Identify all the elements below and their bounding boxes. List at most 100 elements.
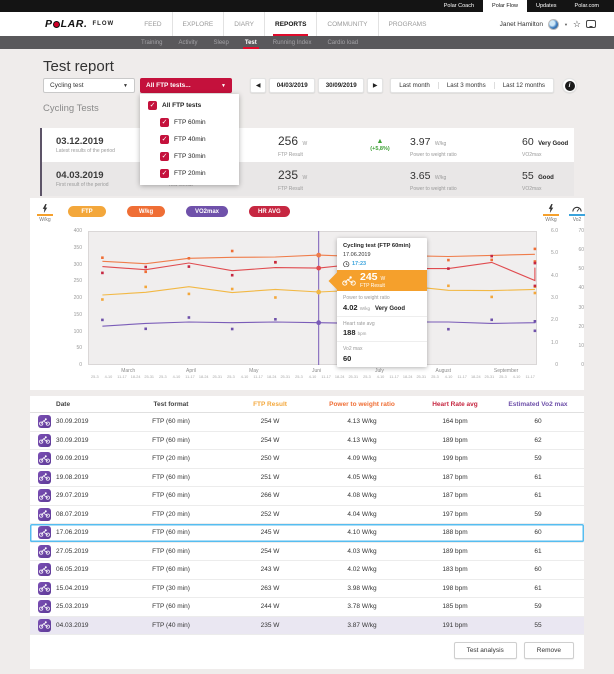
- cell-date: 17.06.2019: [56, 529, 116, 536]
- user-caret-icon[interactable]: ▼: [564, 22, 568, 27]
- table-row[interactable]: 15.04.2019 FTP (30 min) 263 W 3.98 W/kg …: [30, 580, 584, 599]
- checkbox-checked-icon[interactable]: ✓: [160, 118, 169, 127]
- column-header-ftp-result[interactable]: FTP Result: [226, 401, 314, 408]
- cell-heart-rate-avg: 185 bpm: [410, 603, 500, 610]
- cyclist-icon: [38, 508, 51, 521]
- table-row[interactable]: 04.03.2019 FTP (40 min) 235 W 3.87 W/kg …: [30, 617, 584, 636]
- summary-row-first[interactable]: 04.03.2019First result of the period FTP…: [40, 162, 574, 196]
- checkbox-checked-icon[interactable]: ✓: [160, 135, 169, 144]
- topbar-link-polar-coach[interactable]: Polar Coach: [435, 0, 483, 12]
- sport-select[interactable]: Cycling test ▼: [43, 78, 135, 93]
- nav-item-explore[interactable]: EXPLORE: [173, 12, 225, 36]
- column-header-power-to-weight-ratio[interactable]: Power to weight ratio: [314, 401, 410, 408]
- date-to-input[interactable]: 30/09/2019: [318, 78, 364, 93]
- checkbox-checked-icon[interactable]: ✓: [160, 169, 169, 178]
- subnav-item-training[interactable]: Training: [133, 36, 170, 49]
- subnav-item-test[interactable]: Test: [237, 36, 265, 49]
- topbar-link-polar-flow[interactable]: Polar Flow: [483, 0, 527, 12]
- polar-flow-logo[interactable]: PLAR. FLOW: [45, 12, 114, 36]
- date-from-input[interactable]: 04/03/2019: [269, 78, 315, 93]
- favorites-star-icon[interactable]: ☆: [573, 20, 581, 29]
- next-period-button[interactable]: ▶: [367, 78, 383, 93]
- table-row[interactable]: 27.05.2019 FTP (60 min) 254 W 4.03 W/kg …: [30, 543, 584, 562]
- filter-option-ftp-60min[interactable]: ✓ FTP 60min: [140, 114, 239, 131]
- cyclist-icon: [38, 545, 51, 558]
- table-row[interactable]: 06.05.2019 FTP (60 min) 243 W 4.02 W/kg …: [30, 561, 584, 580]
- table-row[interactable]: 29.07.2019 FTP (60 min) 266 W 4.08 W/kg …: [30, 487, 584, 506]
- column-header-test-format[interactable]: Test format: [116, 401, 226, 408]
- legend-vo2max[interactable]: VO2max: [186, 206, 228, 217]
- table-row[interactable]: 19.08.2019 FTP (60 min) 251 W 4.05 W/kg …: [30, 469, 584, 488]
- column-header-heart-rate-avg[interactable]: Heart Rate avg: [410, 401, 500, 408]
- table-row[interactable]: 17.06.2019 FTP (60 min) 245 W 4.10 W/kg …: [30, 524, 584, 543]
- table-row[interactable]: 09.09.2019 FTP (20 min) 250 W 4.09 W/kg …: [30, 450, 584, 469]
- subnav-item-activity[interactable]: Activity: [170, 36, 205, 49]
- right-power-axis-tick: 3.0: [540, 295, 558, 301]
- x-axis-week-label: 4-10: [241, 375, 249, 379]
- summary-wkg-unit: W/kg: [435, 141, 446, 147]
- nav-item-community[interactable]: COMMUNITY: [317, 12, 378, 36]
- range-last-12-months[interactable]: Last 12 months: [495, 82, 553, 89]
- filter-option-ftp-30min[interactable]: ✓ FTP 30min: [140, 148, 239, 165]
- x-axis-week-label: 4-10: [513, 375, 521, 379]
- subnav-item-running-index[interactable]: Running Index: [265, 36, 320, 49]
- cell-power-to-weight: 4.04 W/kg: [314, 511, 410, 518]
- chart-plot-area[interactable]: [88, 231, 537, 365]
- column-header-estimated-vo2-max[interactable]: Estimated Vo2 max: [500, 401, 576, 408]
- nav-item-feed[interactable]: FEED: [134, 12, 172, 36]
- right-power-axis-tick: 6.0: [540, 228, 558, 234]
- clock-icon: [343, 261, 350, 268]
- filter-option-ftp-40min[interactable]: ✓ FTP 40min: [140, 131, 239, 148]
- cell-vo2-max: 60: [500, 418, 576, 425]
- filter-option-ftp-20min[interactable]: ✓ FTP 20min: [140, 165, 239, 182]
- cyclist-icon: [38, 600, 51, 613]
- remove-button[interactable]: Remove: [524, 642, 574, 659]
- avatar[interactable]: [548, 19, 559, 30]
- table-row[interactable]: 08.07.2019 FTP (20 min) 252 W 4.04 W/kg …: [30, 506, 584, 525]
- cell-heart-rate-avg: 164 bpm: [410, 418, 500, 425]
- subnav-item-sleep[interactable]: Sleep: [205, 36, 236, 49]
- legend-wkg[interactable]: W/kg: [127, 206, 165, 217]
- table-row[interactable]: 25.03.2019 FTP (60 min) 244 W 3.78 W/kg …: [30, 598, 584, 617]
- info-button[interactable]: i: [562, 78, 577, 93]
- range-last-3-months[interactable]: Last 3 months: [439, 82, 495, 89]
- cell-ftp-result: 266 W: [226, 492, 314, 499]
- nav-item-diary[interactable]: DIARY: [224, 12, 265, 36]
- cell-ftp-result: 235 W: [226, 622, 314, 629]
- summary-row-latest[interactable]: 03.12.2019Latest results of the period 2…: [40, 128, 574, 162]
- prev-period-button[interactable]: ◀: [250, 78, 266, 93]
- range-last-month[interactable]: Last month: [391, 82, 439, 89]
- nav-item-reports[interactable]: REPORTS: [265, 12, 317, 36]
- column-header-date[interactable]: Date: [56, 401, 116, 408]
- user-name[interactable]: Janet Hamilton: [500, 21, 543, 28]
- cell-power-to-weight: 4.13 W/kg: [314, 418, 410, 425]
- summary-wkg-caption: Power to weight ratio: [410, 152, 522, 158]
- topbar-link-updates[interactable]: Updates: [527, 0, 566, 12]
- tooltip-ftp-label: FTP Result: [360, 283, 385, 289]
- table-row[interactable]: 30.09.2019 FTP (60 min) 254 W 4.13 W/kg …: [30, 413, 584, 432]
- gauge-icon: [566, 204, 588, 213]
- nav-item-programs[interactable]: PROGRAMS: [379, 12, 437, 36]
- test-filter-select[interactable]: All FTP tests... ▼: [140, 78, 232, 93]
- cell-heart-rate-avg: 189 bpm: [410, 437, 500, 444]
- legend-ftp[interactable]: FTP: [68, 206, 106, 217]
- cell-vo2-max: 59: [500, 603, 576, 610]
- sport-select-value: Cycling test: [50, 82, 119, 89]
- left-axis-tick: 200: [64, 295, 82, 301]
- cell-heart-rate-avg: 199 bpm: [410, 455, 500, 462]
- test-analysis-button[interactable]: Test analysis: [454, 642, 517, 659]
- checkbox-checked-icon[interactable]: ✓: [148, 101, 157, 110]
- messages-icon[interactable]: [586, 20, 596, 28]
- cell-heart-rate-avg: 191 bpm: [410, 622, 500, 629]
- filter-option-all-ftp-tests[interactable]: ✓ All FTP tests: [140, 97, 239, 114]
- x-axis-week-label: 11-17: [253, 375, 262, 379]
- table-row[interactable]: 30.09.2019 FTP (60 min) 254 W 4.13 W/kg …: [30, 432, 584, 451]
- cyclist-icon: [342, 276, 356, 286]
- table-footer: Test analysis Remove: [30, 635, 584, 663]
- cell-date: 29.07.2019: [56, 492, 116, 499]
- cell-date: 30.09.2019: [56, 437, 116, 444]
- topbar-link-polar-com[interactable]: Polar.com: [566, 0, 608, 12]
- legend-hr-avg[interactable]: HR AVG: [249, 206, 290, 217]
- subnav-item-cardio-load[interactable]: Cardio load: [319, 36, 366, 49]
- checkbox-checked-icon[interactable]: ✓: [160, 152, 169, 161]
